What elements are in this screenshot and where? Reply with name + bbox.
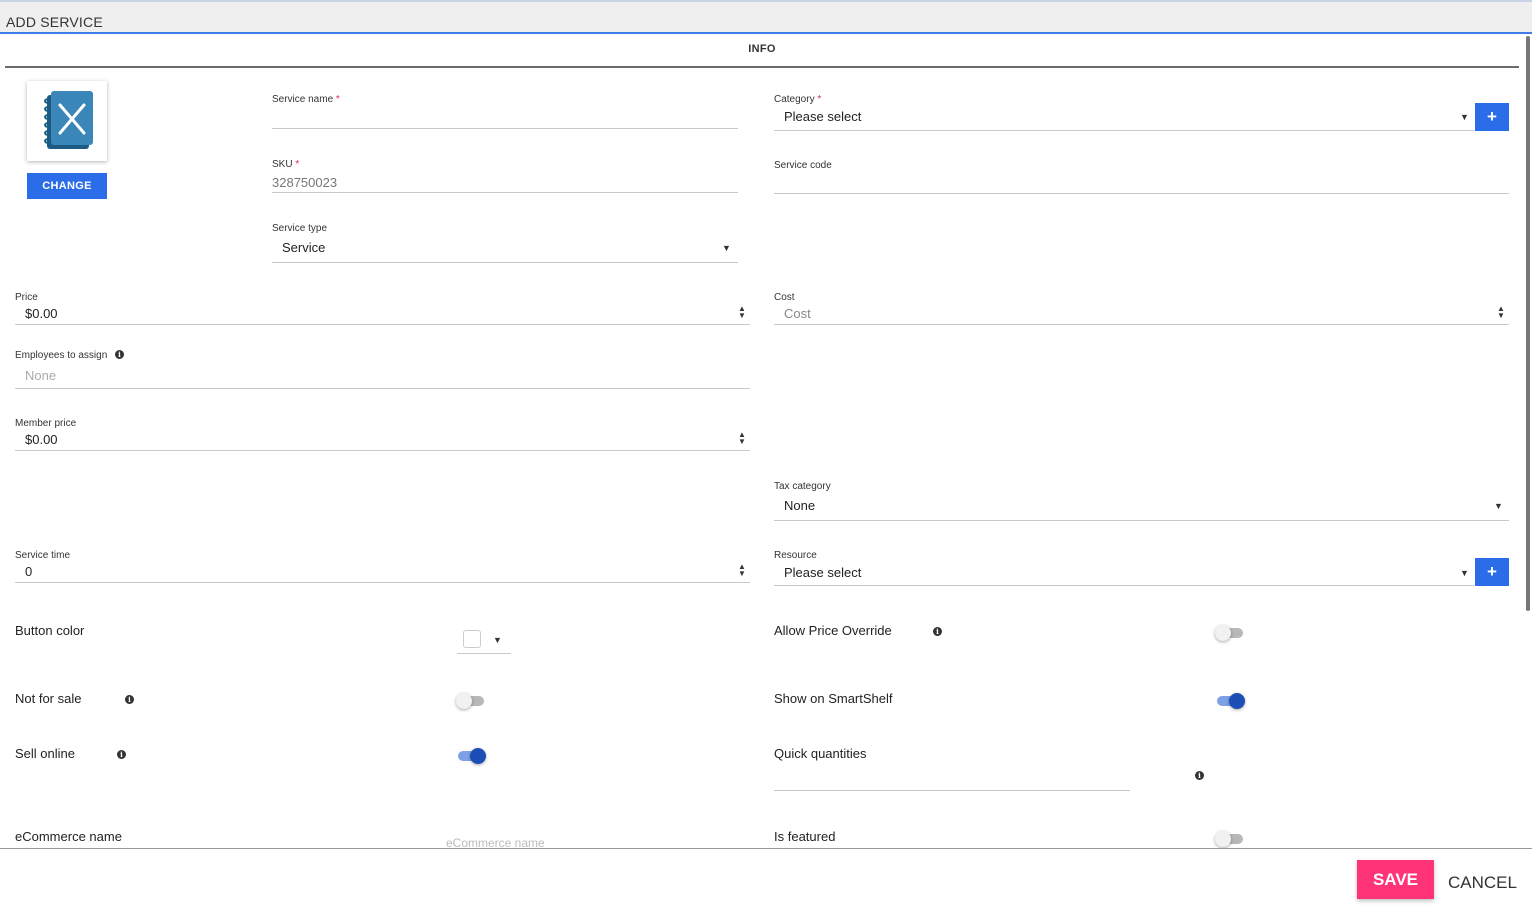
scrollbar[interactable] [1526,36,1530,611]
spinner-icon[interactable]: ▲ ▼ [1497,305,1505,320]
show-on-smartshelf-label: Show on SmartShelf [774,691,893,706]
service-type-value: Service [282,240,326,255]
employees-label: Employees to assign [15,350,108,361]
price-input[interactable]: $0.00 ▲ ▼ [15,302,750,325]
not-for-sale-toggle[interactable] [456,691,486,711]
category-value: Please select [784,109,862,124]
service-code-input[interactable] [774,172,1509,194]
sku-label: SKU * [272,159,300,170]
service-type-select[interactable]: Service ▼ [272,236,738,263]
cancel-button[interactable]: CANCEL [1448,873,1517,893]
dialog-title-bar: ADD SERVICE [0,0,1532,34]
info-icon[interactable]: i [1195,771,1204,780]
is-featured-toggle[interactable] [1215,829,1245,849]
not-for-sale-label: Not for sale [15,691,82,706]
resource-value: Please select [784,565,862,580]
color-swatch[interactable] [463,630,481,648]
cost-input[interactable]: Cost ▲ ▼ [774,302,1509,325]
button-color-label: Button color [15,623,85,638]
cost-placeholder: Cost [784,306,811,321]
sell-online-label: Sell online [15,746,75,761]
ecommerce-name-label: eCommerce name [15,829,122,844]
tax-category-value: None [784,498,816,513]
info-icon[interactable]: i [125,695,134,704]
dialog-title: ADD SERVICE [6,14,103,30]
spinner-icon[interactable]: ▲ ▼ [738,563,746,578]
resource-label: Resource [774,550,817,561]
allow-price-override-label: Allow Price Override [774,623,892,638]
tax-category-label: Tax category [774,481,831,492]
employees-placeholder: None [25,368,57,383]
info-icon[interactable]: i [933,627,942,636]
sku-value: 328750023 [272,175,338,190]
dialog-footer [0,848,1532,921]
service-type-label: Service type [272,223,328,234]
chevron-down-icon: ▼ [722,243,731,253]
spinner-icon[interactable]: ▲ ▼ [738,431,746,446]
service-name-input[interactable] [272,106,738,129]
plus-icon: + [1487,562,1497,581]
add-category-button[interactable]: + [1475,103,1509,131]
category-select[interactable]: Please select ▼ [774,106,1474,131]
quick-quantities-input[interactable] [774,768,1130,791]
sku-input[interactable]: 328750023 [272,171,738,193]
spinner-icon[interactable]: ▲ ▼ [738,305,746,320]
info-icon[interactable]: i [115,350,124,359]
add-resource-button[interactable]: + [1475,558,1509,586]
service-image [27,81,107,161]
service-name-label: Service name * [272,94,340,105]
is-featured-label: Is featured [774,829,836,844]
chevron-down-icon: ▼ [1460,568,1469,578]
service-code-label: Service code [774,160,832,171]
category-label: Category * [774,94,822,105]
chevron-down-icon: ▼ [1460,112,1469,122]
tab-info-label: INFO [748,43,776,55]
change-image-button[interactable]: CHANGE [27,173,107,199]
allow-price-override-toggle[interactable] [1215,623,1245,643]
info-icon[interactable]: i [117,750,126,759]
resource-select[interactable]: Please select ▼ [774,561,1474,586]
price-value: $0.00 [25,306,58,321]
save-button[interactable]: SAVE [1357,860,1434,899]
tax-category-select[interactable]: None ▼ [774,494,1509,521]
chevron-down-icon: ▼ [493,635,502,645]
member-price-input[interactable]: $0.00 ▲ ▼ [15,428,750,451]
service-time-value: 0 [25,564,33,579]
plus-icon: + [1487,107,1497,126]
show-on-smartshelf-toggle[interactable] [1215,691,1245,711]
quick-quantities-label: Quick quantities [774,746,867,761]
menu-book-icon [44,91,93,149]
employees-select[interactable]: None [15,364,750,389]
tab-info[interactable]: INFO [5,34,1519,68]
sell-online-toggle[interactable] [456,746,486,766]
chevron-down-icon: ▼ [1494,501,1503,511]
service-time-input[interactable]: 0 ▲ ▼ [15,560,750,583]
member-price-value: $0.00 [25,432,58,447]
